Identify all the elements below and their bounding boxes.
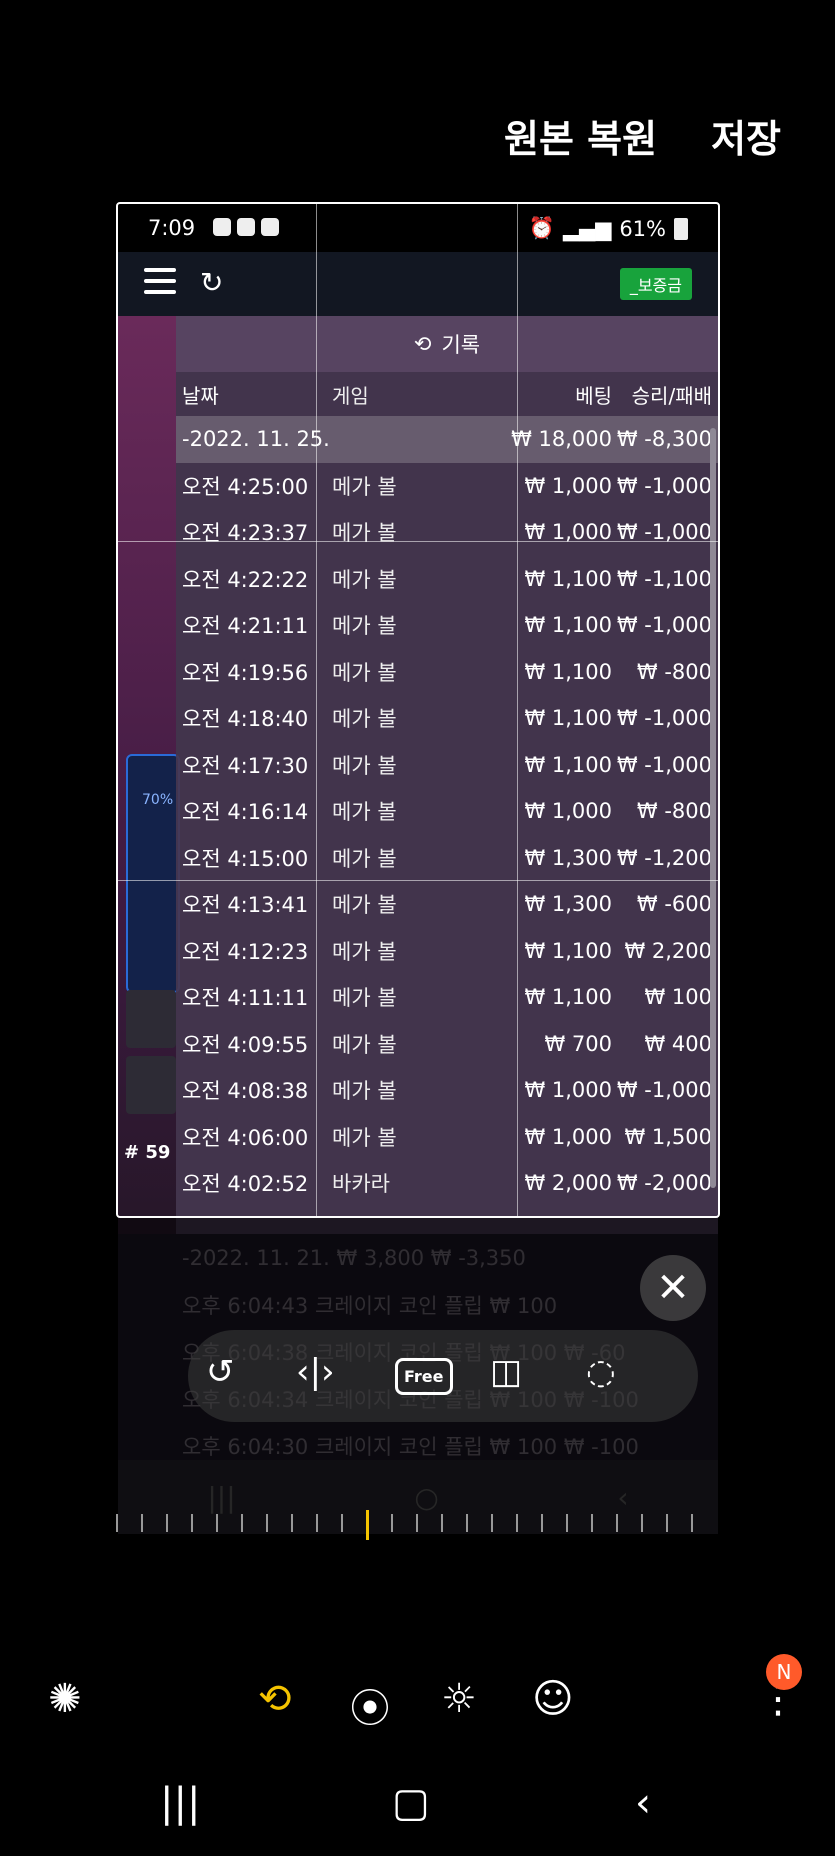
ruler-tick [116, 1514, 118, 1532]
flip-icon[interactable]: ‹|› [296, 1352, 335, 1392]
lasso-icon[interactable]: ◌ [586, 1352, 616, 1392]
sticker-icon[interactable]: ☺ [532, 1676, 574, 1722]
ruler-tick [466, 1514, 468, 1532]
ruler-tick [316, 1514, 318, 1532]
brightness-icon[interactable]: ☼ [441, 1676, 477, 1722]
recent-apps-button[interactable]: ||| [160, 1780, 200, 1826]
save-button[interactable]: 저장 [711, 108, 781, 163]
ruler-tick [691, 1514, 693, 1532]
restore-original-button[interactable]: 원본 복원 [504, 108, 657, 163]
editor-top-actions: 원본 복원 저장 [504, 108, 781, 163]
filters-icon[interactable]: ⦿ [350, 1676, 390, 1734]
ruler-tick [216, 1514, 218, 1532]
rotate-icon[interactable]: ↺ [206, 1352, 235, 1392]
ruler-tick [441, 1514, 443, 1532]
ruler-tick [541, 1514, 543, 1532]
ruler-tick [666, 1514, 668, 1532]
ruler-tick [416, 1514, 418, 1532]
auto-enhance-icon[interactable]: ✺ [48, 1676, 82, 1722]
ruler-tick [166, 1514, 168, 1532]
crop-gridline [316, 204, 317, 1216]
free-crop-button[interactable]: Free [395, 1358, 453, 1395]
system-navigation-bar: ||| ▢ ‹ [0, 1780, 835, 1856]
perspective-icon[interactable]: ◫ [490, 1352, 522, 1392]
notification-badge: N [766, 1654, 802, 1690]
editor-bottom-toolbar: ✺ ⟲ ⦿ ☼ ☺ ⋮ [0, 1676, 835, 1746]
ruler-tick [266, 1514, 268, 1532]
ruler-tick [516, 1514, 518, 1532]
ruler-tick [391, 1514, 393, 1532]
crop-gridline [118, 880, 718, 881]
ruler-tick [141, 1514, 143, 1532]
ruler-tick [291, 1514, 293, 1532]
crop-rotate-icon[interactable]: ⟲ [258, 1676, 292, 1722]
ruler-tick [191, 1514, 193, 1532]
crop-gridline [517, 204, 518, 1216]
crop-frame[interactable] [116, 202, 720, 1218]
close-icon[interactable]: ✕ [640, 1255, 706, 1321]
rotation-ruler[interactable] [106, 1510, 718, 1540]
ruler-tick [566, 1514, 568, 1532]
ruler-tick [241, 1514, 243, 1532]
home-button[interactable]: ▢ [392, 1780, 430, 1826]
ruler-tick [341, 1514, 343, 1532]
back-button[interactable]: ‹ [635, 1780, 651, 1826]
ruler-tick [641, 1514, 643, 1532]
ruler-tick [591, 1514, 593, 1532]
ruler-tick [616, 1514, 618, 1532]
crop-gridline [118, 541, 718, 542]
ruler-tick [491, 1514, 493, 1532]
ruler-tick [366, 1510, 369, 1540]
